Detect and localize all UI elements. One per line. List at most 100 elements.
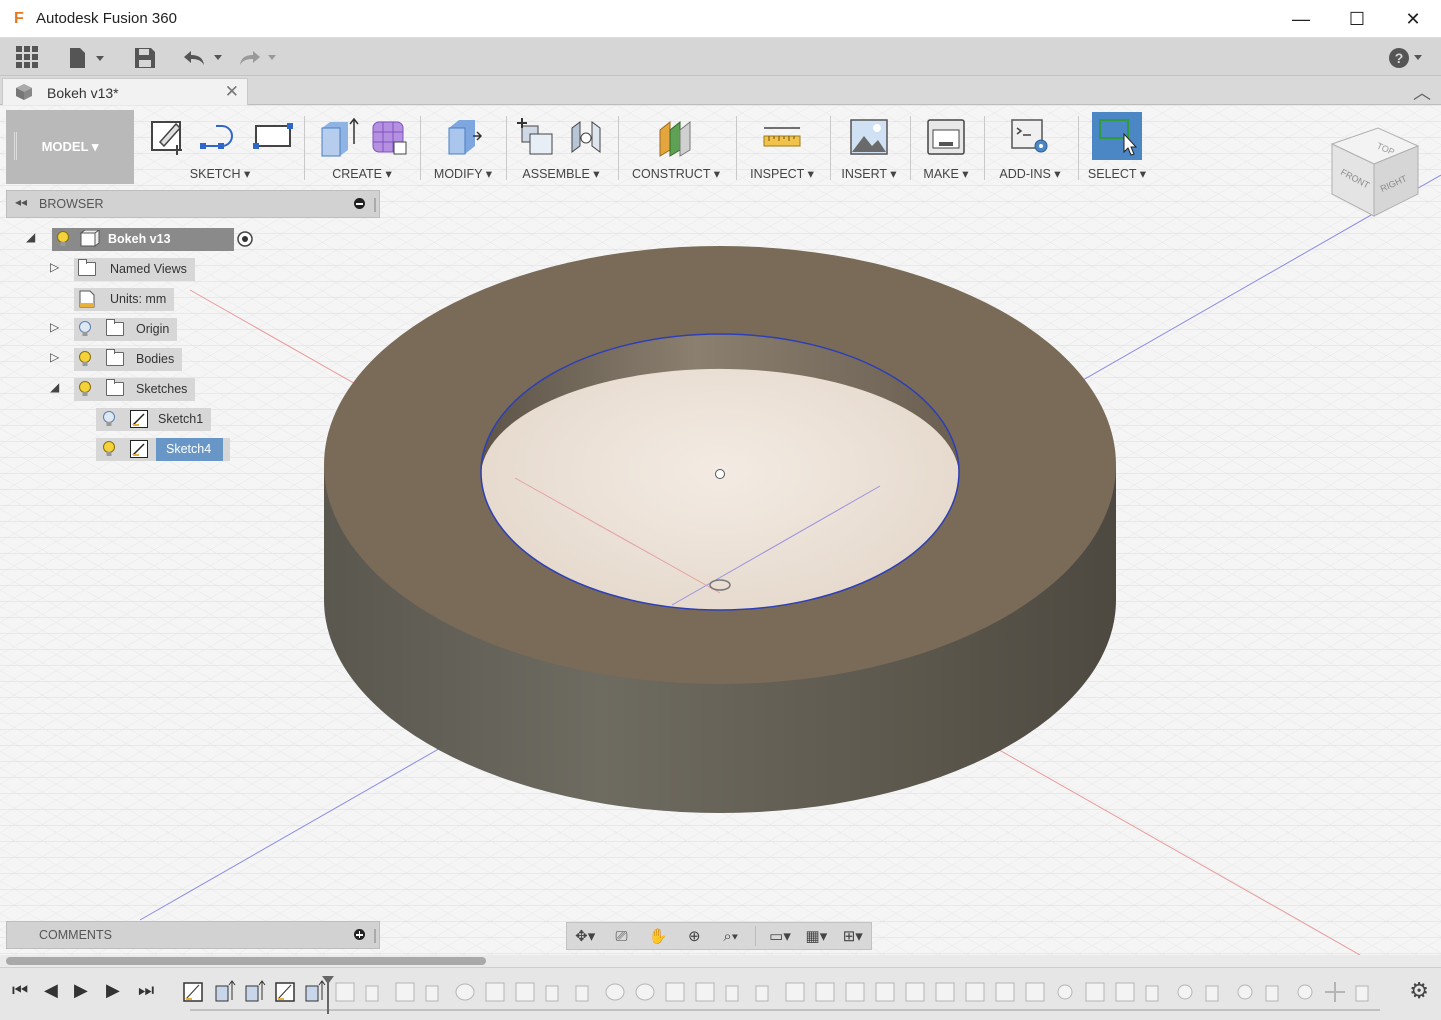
rectangle-tool-icon[interactable] [252, 116, 294, 158]
ribbon-group-construct[interactable]: CONSTRUCT ▾ [620, 110, 732, 184]
ribbon-divider [506, 116, 507, 180]
sketch1-row[interactable]: Sketch1 [96, 407, 212, 431]
press-pull-icon[interactable] [441, 116, 485, 158]
panel-grip-icon[interactable] [374, 929, 376, 943]
scripts-addins-icon[interactable] [1009, 116, 1051, 158]
ribbon-group-add-ins[interactable]: ADD-INS ▾ [986, 110, 1074, 184]
display-settings-icon[interactable]: ▭▾ [762, 923, 798, 949]
tree-node-origin[interactable]: ▷ Origin [50, 317, 178, 341]
ribbon-group-assemble[interactable]: ASSEMBLE ▾ [508, 110, 614, 184]
look-at-icon[interactable]: ⎚ [603, 923, 639, 949]
collapse-left-icon[interactable]: ◂◂ [15, 195, 27, 209]
timeline-settings-gear-icon[interactable]: ⚙ [1409, 978, 1429, 1004]
tree-node-named-views[interactable]: ▷ Named Views [50, 257, 195, 281]
ribbon-group-create[interactable]: CREATE ▾ [306, 110, 418, 184]
collapsed-triangle-icon[interactable]: ▷ [50, 320, 59, 334]
activate-radio-icon[interactable] [236, 230, 254, 248]
ribbon-group-make[interactable]: MAKE ▾ [912, 110, 980, 184]
lightbulb-on-icon[interactable] [78, 380, 92, 398]
tree-node-sketch4[interactable]: Sketch4 [96, 437, 230, 461]
offset-plane-icon[interactable] [654, 116, 698, 158]
collapsed-triangle-icon[interactable]: ▷ [50, 350, 59, 364]
view-cube[interactable]: TOP FRONT RIGHT [1322, 122, 1426, 222]
grip-handle[interactable] [14, 132, 17, 160]
lightbulb-on-icon[interactable] [56, 230, 70, 248]
line-tool-icon[interactable] [196, 116, 242, 158]
sketches-row[interactable]: Sketches [74, 377, 196, 401]
panel-grip-icon[interactable] [374, 198, 376, 212]
named-views-row[interactable]: Named Views [74, 257, 195, 281]
tree-node-units[interactable]: Units: mm [74, 287, 175, 311]
step-forward-icon[interactable]: ▶ [74, 980, 88, 1001]
comments-panel-header[interactable]: COMMENTS [6, 921, 380, 949]
create-sketch-icon[interactable] [146, 116, 186, 158]
pan-hand-icon[interactable]: ✋ [640, 923, 676, 949]
go-to-start-icon[interactable]: ⏮ [12, 980, 28, 1001]
timeline-feature-sketch-icon [275, 982, 295, 1002]
timeline-features[interactable] [180, 976, 1390, 1016]
orbit-icon[interactable]: ✥▾ [567, 923, 603, 949]
timeline-scrollbar[interactable] [0, 955, 1441, 967]
viewports-icon[interactable]: ⊞▾ [835, 923, 871, 949]
fit-zoom-icon[interactable]: ⌕▾ [713, 923, 749, 949]
ribbon-group-modify[interactable]: MODIFY ▾ [422, 110, 504, 184]
tree-node-sketches[interactable]: ◢ Sketches [50, 377, 196, 401]
timeline: ⏮ ◀ ▶ ▶ ⏭ ⚙ [0, 967, 1441, 1020]
tree-node-sketch1[interactable]: Sketch1 [96, 407, 212, 431]
expanded-triangle-icon[interactable]: ◢ [26, 230, 35, 244]
lightbulb-on-icon[interactable] [102, 440, 116, 458]
comments-plus-icon[interactable] [354, 929, 365, 940]
tree-node-bodies[interactable]: ▷ Bodies [50, 347, 183, 371]
bodies-row[interactable]: Bodies [74, 347, 183, 371]
joint-icon[interactable] [566, 116, 606, 158]
maximize-button[interactable]: ☐ [1329, 0, 1385, 38]
redo-icon[interactable] [238, 48, 282, 68]
step-back-icon[interactable]: ◀ [44, 980, 58, 1001]
collapse-chevron-icon[interactable]: ︿ [1413, 79, 1431, 105]
root-label: Bokeh v13 [108, 232, 171, 246]
file-icon[interactable] [68, 47, 106, 69]
save-icon[interactable] [134, 47, 156, 69]
3d-print-icon[interactable] [925, 116, 967, 158]
go-to-end-icon[interactable]: ⏭ [138, 980, 154, 1001]
timeline-feature-extrude-icon [245, 980, 266, 1002]
units-row[interactable]: Units: mm [74, 287, 175, 311]
close-window-button[interactable]: ✕ [1385, 0, 1441, 38]
origin-row[interactable]: Origin [74, 317, 178, 341]
insert-image-icon[interactable] [848, 116, 890, 158]
measure-icon[interactable] [760, 116, 804, 158]
browser-panel-header[interactable]: ◂◂ BROWSER [6, 190, 380, 218]
root-row[interactable]: Bokeh v13 [52, 227, 234, 251]
undo-icon[interactable] [182, 48, 226, 68]
sketch4-row[interactable]: Sketch4 [96, 437, 230, 461]
modify-group-label: MODIFY ▾ [433, 167, 493, 181]
component-icon [79, 230, 100, 247]
ribbon-group-select[interactable]: SELECT ▾ [1080, 110, 1154, 184]
close-tab-button[interactable]: ✕ [225, 82, 239, 102]
lightbulb-off-icon[interactable] [78, 320, 92, 338]
help-icon[interactable]: ? [1388, 47, 1428, 69]
zoom-icon[interactable]: ⊕ [676, 923, 712, 949]
tree-node-root[interactable]: ◢ Bokeh v13 [26, 227, 254, 251]
extrude-icon[interactable] [316, 116, 360, 158]
new-component-icon[interactable] [516, 116, 556, 158]
ribbon-toolbar: MODEL ▾ SKETCH ▾ CREATE ▾ MODIFY ▾ ASSEM… [6, 110, 1146, 184]
minimize-button[interactable]: — [1273, 0, 1329, 38]
form-icon[interactable] [370, 116, 408, 158]
grid-settings-icon[interactable]: ▦▾ [798, 923, 834, 949]
ribbon-group-inspect[interactable]: INSPECT ▾ [738, 110, 826, 184]
timeline-scroll-thumb[interactable] [6, 957, 486, 965]
ribbon-group-sketch[interactable]: SKETCH ▾ [140, 110, 300, 184]
workspace-switcher[interactable]: MODEL ▾ [6, 110, 134, 184]
lightbulb-off-icon[interactable] [102, 410, 116, 428]
grid-icon[interactable] [16, 46, 38, 68]
ribbon-group-insert[interactable]: INSERT ▾ [832, 110, 906, 184]
play-icon[interactable]: ▶ [106, 980, 120, 1001]
document-tab[interactable]: Bokeh v13* ✕ [2, 78, 248, 105]
select-tool-icon[interactable] [1092, 112, 1142, 160]
lightbulb-on-icon[interactable] [78, 350, 92, 368]
browser-minus-icon[interactable] [354, 198, 365, 209]
expanded-triangle-icon[interactable]: ◢ [50, 380, 59, 394]
collapsed-triangle-icon[interactable]: ▷ [50, 260, 59, 274]
comments-title: COMMENTS [39, 928, 112, 942]
